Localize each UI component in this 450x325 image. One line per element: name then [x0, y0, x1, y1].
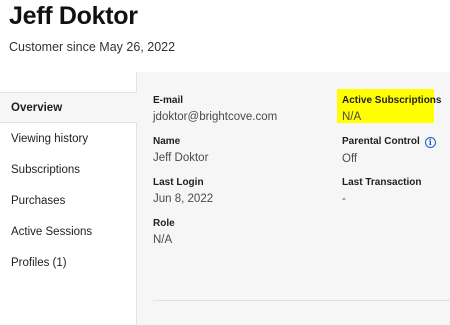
last-login-value: Jun 8, 2022 — [153, 193, 214, 205]
sidebar-item-subscriptions[interactable]: Subscriptions — [0, 154, 137, 185]
sidebar-item-profiles[interactable]: Profiles (1) — [0, 247, 137, 278]
role-field: Role N/A — [153, 218, 175, 246]
sidebar-item-overview[interactable]: Overview — [0, 92, 138, 123]
email-field: E-mail jdoktor@brightcove.com — [153, 95, 277, 123]
sidebar-item-purchases[interactable]: Purchases — [0, 185, 137, 216]
sidebar-item-label: Profiles (1) — [11, 256, 67, 269]
active-subscriptions-value: N/A — [342, 111, 362, 123]
sidebar-item-label: Purchases — [11, 194, 66, 207]
last-transaction-label: Last Transaction — [342, 177, 422, 188]
customer-since-text: Customer since May 26, 2022 — [9, 40, 176, 54]
last-transaction-value: - — [342, 193, 346, 205]
last-login-field: Last Login Jun 8, 2022 — [153, 177, 213, 205]
sidebar-item-active-sessions[interactable]: Active Sessions — [0, 216, 137, 247]
sidebar-item-label: Subscriptions — [11, 163, 81, 176]
sidebar-item-label: Viewing history — [11, 132, 89, 145]
role-label: Role — [153, 218, 175, 229]
name-value: Jeff Doktor — [153, 152, 209, 164]
email-value: jdoktor@brightcove.com — [153, 111, 278, 123]
sidebar: Overview Viewing history Subscriptions P… — [0, 72, 138, 325]
overview-panel: E-mail jdoktor@brightcove.com Name Jeff … — [137, 72, 450, 325]
name-label: Name — [153, 136, 181, 147]
active-subscriptions-field: Active Subscriptions N/A — [342, 95, 441, 123]
name-field: Name Jeff Doktor — [153, 136, 208, 164]
page-title: Jeff Doktor — [9, 2, 138, 30]
active-subscriptions-label: Active Subscriptions — [342, 95, 442, 106]
customer-detail-area: Overview Viewing history Subscriptions P… — [0, 72, 450, 325]
parental-control-label-row: Parental Control i — [342, 136, 436, 148]
parental-control-value: Off — [342, 153, 358, 165]
divider — [153, 300, 450, 301]
sidebar-item-label: Active Sessions — [11, 225, 93, 238]
last-login-label: Last Login — [153, 177, 204, 188]
last-transaction-field: Last Transaction - — [342, 177, 421, 205]
sidebar-item-viewing-history[interactable]: Viewing history — [0, 123, 137, 154]
parental-control-label: Parental Control — [342, 136, 420, 147]
info-icon[interactable]: i — [424, 137, 436, 148]
email-label: E-mail — [153, 95, 184, 106]
parental-control-field: Parental Control i Off — [342, 136, 436, 165]
role-value: N/A — [153, 234, 173, 246]
page-header: Jeff Doktor Customer since May 26, 2022 — [0, 0, 450, 72]
sidebar-item-label: Overview — [11, 101, 63, 114]
